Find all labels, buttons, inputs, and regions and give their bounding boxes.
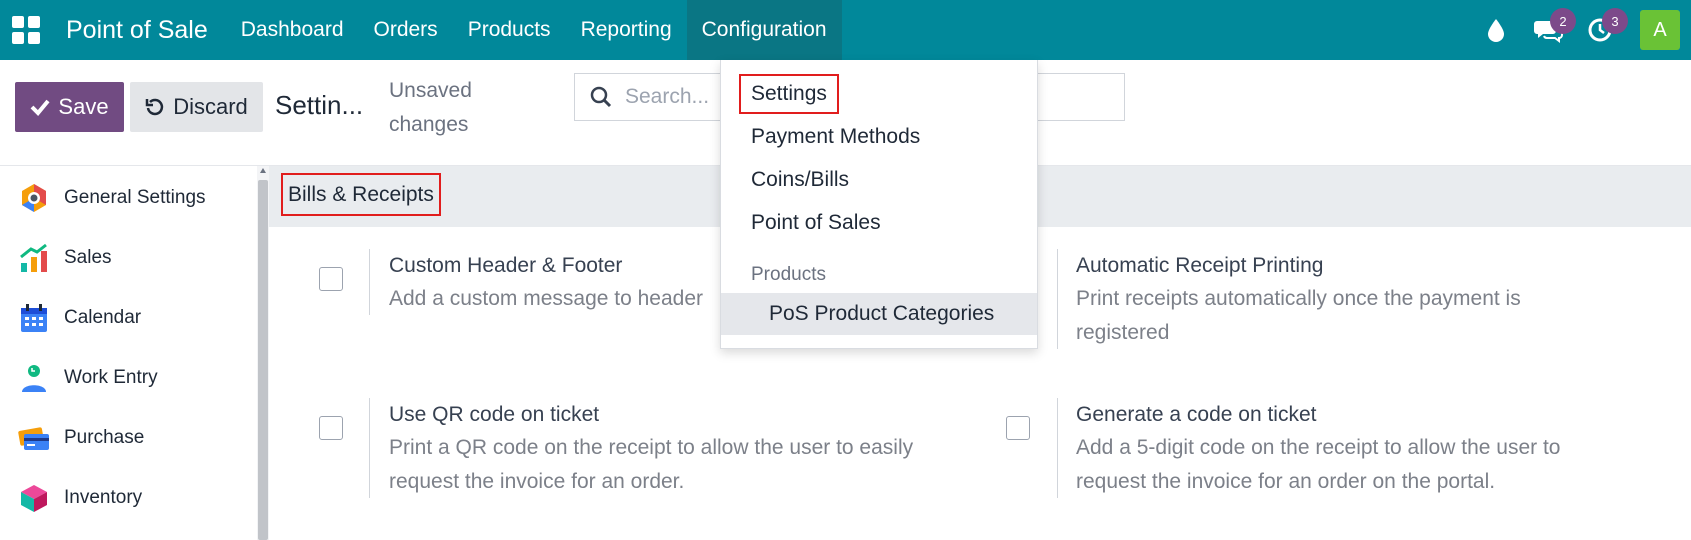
- sidebar-item-sales[interactable]: Sales: [0, 230, 255, 286]
- breadcrumb-title: Settin...: [275, 90, 364, 120]
- drop-icon[interactable]: [1476, 10, 1516, 50]
- sidebar-label: Inventory: [64, 487, 143, 508]
- menu-orders[interactable]: Orders: [359, 0, 453, 60]
- save-button-label: Save: [58, 94, 109, 119]
- save-button[interactable]: Save: [15, 82, 124, 132]
- divider: [369, 398, 370, 498]
- sidebar-label: Purchase: [64, 427, 145, 448]
- settings-sidebar: General Settings Sales Calendar Work Ent…: [0, 166, 257, 540]
- setting-description: Print a QR code on the receipt to allow …: [389, 436, 914, 493]
- unsaved-changes-indicator: Unsaved changes: [389, 79, 472, 136]
- scrollbar-thumb[interactable]: [258, 180, 268, 540]
- dropdown-item-point-of-sales[interactable]: Point of Sales: [721, 202, 1037, 244]
- messages-badge: 2: [1550, 8, 1576, 34]
- divider: [1057, 398, 1058, 498]
- generate-code-checkbox[interactable]: [1006, 416, 1030, 440]
- dropdown-item-pos-product-categories[interactable]: PoS Product Categories: [721, 293, 1037, 335]
- scroll-up-arrow-icon[interactable]: [260, 168, 266, 173]
- dropdown-item-settings[interactable]: Settings: [721, 73, 1037, 115]
- activities-badge: 3: [1602, 8, 1628, 34]
- navbar-systray: 2 3 A: [1476, 0, 1691, 60]
- check-icon: [31, 99, 50, 116]
- user-avatar[interactable]: A: [1640, 10, 1680, 50]
- apps-menu-icon[interactable]: [12, 16, 40, 44]
- setting-description: Print receipts automatically once the pa…: [1076, 287, 1521, 344]
- discard-button[interactable]: Discard: [130, 82, 263, 132]
- qr-code-checkbox[interactable]: [319, 416, 343, 440]
- sidebar-label: General Settings: [64, 187, 206, 208]
- sidebar-label: Work Entry: [64, 367, 158, 388]
- menu-reporting[interactable]: Reporting: [566, 0, 687, 60]
- sidebar-label: Calendar: [64, 307, 142, 328]
- activity-clock-icon[interactable]: 3: [1580, 8, 1628, 50]
- discard-button-label: Discard: [173, 94, 248, 119]
- sidebar-label: Sales: [64, 247, 112, 268]
- configuration-dropdown: Settings Payment Methods Coins/Bills Poi…: [720, 60, 1038, 349]
- undo-icon: [145, 98, 164, 116]
- setting-description: Add a 5-digit code on the receipt to all…: [1076, 436, 1561, 493]
- setting-title: Use QR code on ticket: [389, 403, 600, 426]
- setting-title: Automatic Receipt Printing: [1076, 254, 1324, 277]
- search-icon: [590, 86, 612, 108]
- dropdown-item-label: Settings: [739, 74, 839, 114]
- setting-title: Generate a code on ticket: [1076, 403, 1317, 426]
- divider: [1057, 249, 1058, 349]
- messages-icon[interactable]: 2: [1528, 8, 1576, 50]
- setting-description: Add a custom message to header: [389, 287, 704, 310]
- menu-dashboard[interactable]: Dashboard: [226, 0, 359, 60]
- custom-header-footer-checkbox[interactable]: [319, 267, 343, 291]
- sidebar-item-inventory[interactable]: Inventory: [0, 470, 255, 526]
- sidebar-item-work-entry[interactable]: Work Entry: [0, 350, 255, 406]
- purchase-icon: [18, 422, 50, 454]
- app-brand[interactable]: Point of Sale: [66, 16, 208, 45]
- dropdown-group-header: Products: [751, 264, 826, 285]
- top-navbar: Point of Sale Dashboard Orders Products …: [0, 0, 1691, 60]
- section-title: Bills & Receipts: [281, 173, 441, 216]
- inventory-icon: [18, 482, 50, 514]
- sidebar-item-calendar[interactable]: Calendar: [0, 290, 255, 346]
- menu-configuration[interactable]: Configuration: [686, 0, 842, 60]
- dropdown-item-coins-bills[interactable]: Coins/Bills: [721, 159, 1037, 201]
- dropdown-item-payment-methods[interactable]: Payment Methods: [721, 116, 1037, 158]
- sidebar-item-purchase[interactable]: Purchase: [0, 410, 255, 466]
- sales-icon: [18, 242, 50, 274]
- general-settings-icon: [18, 182, 50, 214]
- sidebar-item-general-settings[interactable]: General Settings: [0, 170, 255, 226]
- sidebar-scrollbar[interactable]: [257, 166, 269, 540]
- work-entry-icon: [18, 362, 50, 394]
- setting-title: Custom Header & Footer: [389, 254, 623, 277]
- search-input[interactable]: [625, 85, 725, 109]
- calendar-icon: [18, 302, 50, 334]
- menu-products[interactable]: Products: [453, 0, 566, 60]
- divider: [369, 249, 370, 315]
